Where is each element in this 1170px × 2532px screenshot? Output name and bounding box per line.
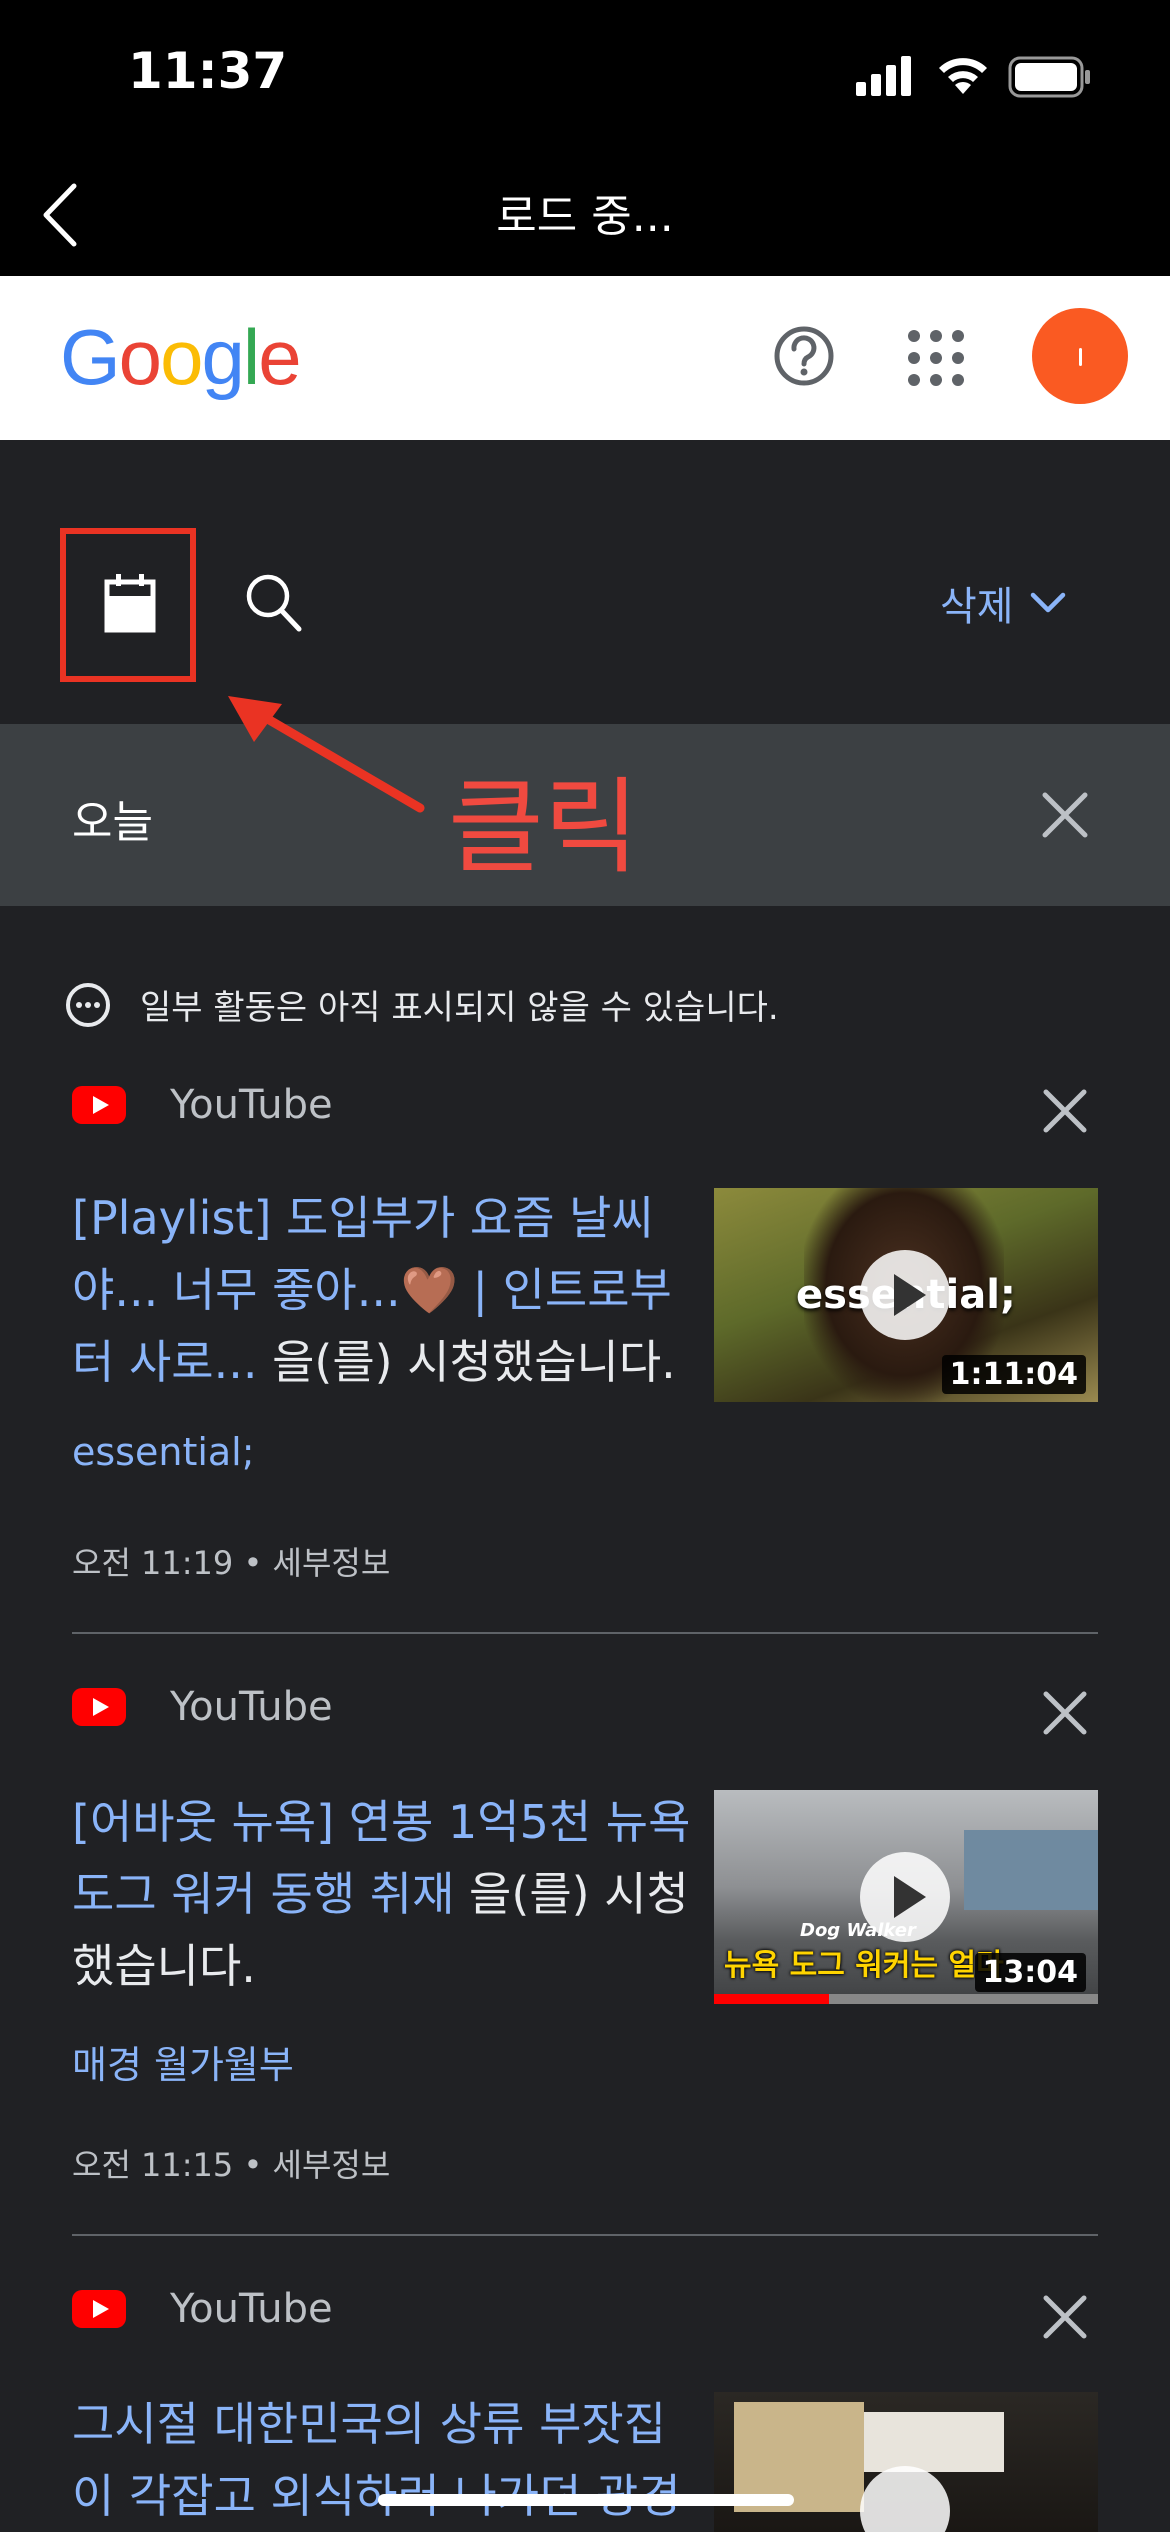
notice-text: 일부 활동은 아직 표시되지 않을 수 있습니다. [140, 988, 779, 1028]
activity-suffix: 을(를) 시청했습니다. [257, 1335, 676, 1389]
play-icon [860, 2466, 950, 2532]
youtube-logo-icon [72, 1086, 126, 1124]
activity-meta: 오전 11:19 • 세부정보 [72, 1544, 391, 1582]
logo-letter: o [118, 313, 162, 401]
divider [72, 2234, 1098, 2236]
home-indicator[interactable] [378, 2494, 794, 2506]
channel-link[interactable]: 매경 월가월부 [72, 2034, 294, 2089]
logo-letter: l [242, 313, 260, 401]
delete-dropdown-button[interactable]: 삭제 [940, 574, 1066, 632]
remove-item-icon[interactable] [1042, 1088, 1088, 1134]
activity-time: 오전 11:15 [72, 2146, 234, 2184]
battery-icon [1008, 56, 1090, 98]
google-logo[interactable]: Google [60, 312, 302, 403]
more-horiz-circle-icon [66, 982, 110, 1027]
play-icon [860, 1852, 950, 1942]
video-thumbnail[interactable]: Dog Walker 뉴욕 도그 워커는 얼마 13:04 [714, 1790, 1098, 2004]
thumbnail-text: 뉴욕 도그 워커는 얼마 [724, 1948, 1004, 1983]
remove-item-icon[interactable] [1042, 2294, 1088, 2340]
annotation-label: 클릭 [448, 766, 640, 888]
logo-letter: o [160, 313, 203, 401]
chevron-down-icon [1030, 592, 1065, 613]
youtube-logo-icon [72, 1688, 126, 1726]
watch-progress-track [714, 1994, 1098, 2004]
date-filter-label: 오늘 [72, 797, 153, 848]
source-name: YouTube [170, 1684, 333, 1730]
apps-grid-button[interactable] [904, 326, 968, 390]
delete-label: 삭제 [940, 584, 1014, 630]
search-icon[interactable] [244, 572, 304, 634]
video-thumbnail[interactable]: essential; 1:11:04 [714, 1188, 1098, 1402]
divider [72, 1632, 1098, 1634]
play-icon [860, 1250, 950, 1340]
video-thumbnail[interactable] [714, 2392, 1098, 2532]
activity-title: [Playlist] 도입부가 요즘 날씨야... 너무 좋아...🤎 | 인트… [72, 1182, 702, 1398]
watch-progress-bar [714, 1994, 830, 2004]
nav-title: 로드 중... [496, 191, 674, 242]
activity-meta: 오전 11:15 • 세부정보 [72, 2146, 391, 2184]
youtube-logo-icon [72, 2290, 126, 2328]
cellular-signal-icon [856, 56, 911, 96]
activity-source: YouTube [72, 1684, 333, 1730]
activity-title: [어바웃 뉴욕] 연봉 1억5천 뉴욕 도그 워커 동행 취재 을(를) 시청했… [72, 1786, 702, 2002]
video-duration: 13:04 [974, 1953, 1086, 1992]
source-name: YouTube [170, 1082, 333, 1128]
annotation-arrow [228, 696, 425, 813]
details-link[interactable]: 세부정보 [273, 2146, 391, 2184]
video-duration: 1:11:04 [941, 1355, 1086, 1394]
account-avatar[interactable] [1032, 308, 1128, 404]
activity-time: 오전 11:19 [72, 1544, 234, 1582]
logo-letter: G [60, 313, 121, 401]
help-button[interactable] [772, 324, 836, 388]
activity-source: YouTube [72, 1082, 333, 1128]
activity-source: YouTube [72, 2286, 333, 2332]
logo-letter: g [201, 313, 244, 401]
status-time: 11:37 [128, 42, 288, 100]
activity-notice: 일부 활동은 아직 표시되지 않을 수 있습니다. [64, 980, 779, 1029]
activity-title: 그시절 대한민국의 상류 부잣집이 각잡고 외식하러 나가던 광경 [72, 2388, 712, 2532]
channel-link[interactable]: essential; [72, 1430, 255, 1474]
details-link[interactable]: 세부정보 [273, 1544, 391, 1582]
logo-letter: e [258, 313, 301, 401]
remove-item-icon[interactable] [1042, 1690, 1088, 1736]
wifi-icon [939, 58, 987, 94]
close-filter-icon[interactable] [1040, 790, 1090, 840]
calendar-icon[interactable] [104, 572, 156, 634]
source-name: YouTube [170, 2286, 333, 2332]
